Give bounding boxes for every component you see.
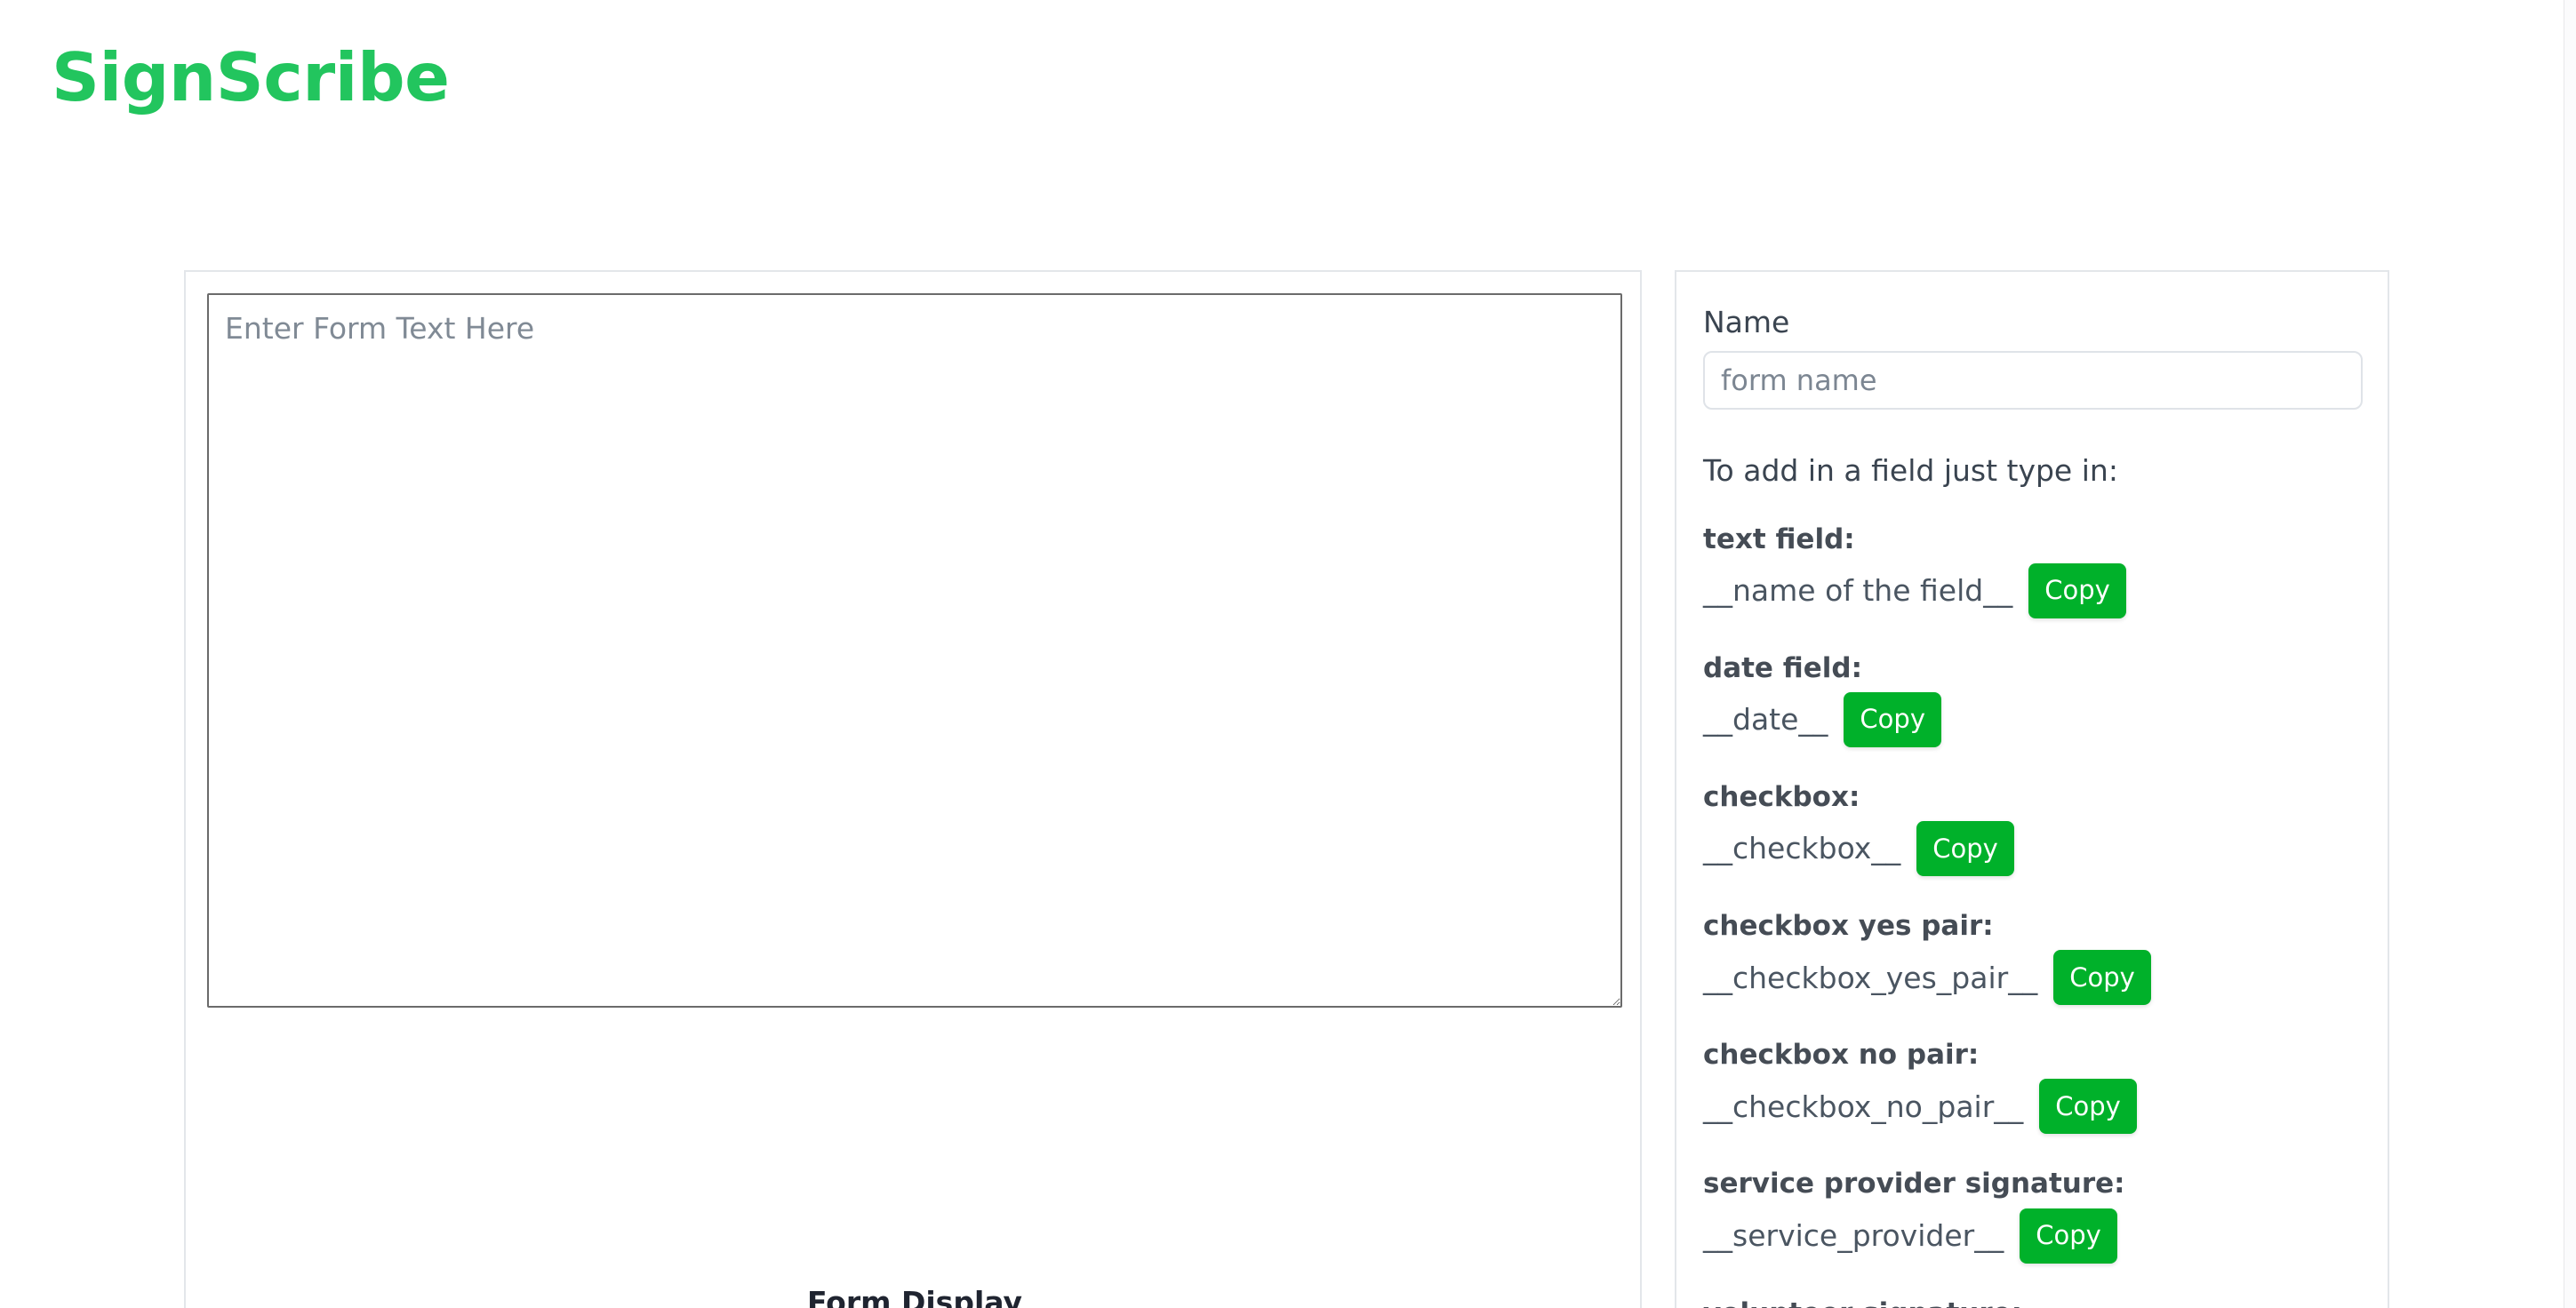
field-hint-text: To add in a field just type in: [1703, 453, 2118, 489]
field-token-text: __checkbox_no_pair__ [1703, 1089, 2024, 1124]
field-token-text: __checkbox__ [1703, 831, 1901, 866]
field-group-checkbox-no-pair: checkbox no pair: __checkbox_no_pair__ C… [1703, 1039, 2361, 1135]
field-label: volunteer signature: [1703, 1297, 2361, 1308]
field-label: checkbox: [1703, 780, 1860, 813]
copy-button-checkbox-no-pair[interactable]: Copy [2039, 1079, 2137, 1135]
field-token-row: __service_provider__ Copy [1703, 1208, 2361, 1264]
field-label: date field: [1703, 651, 1862, 684]
field-token-row: __checkbox__ Copy [1703, 821, 2361, 877]
field-token-text: __date__ [1703, 702, 1828, 738]
copy-button-text-field[interactable]: Copy [2028, 562, 2126, 618]
form-text-input[interactable] [207, 293, 1622, 1008]
field-token-row: __date__ Copy [1703, 691, 2361, 747]
field-label: checkbox no pair: [1703, 1039, 1980, 1072]
form-settings-content: Name To add in a field just type in: tex… [1676, 272, 2388, 1308]
form-display-heading: Form Display [806, 1285, 1023, 1308]
form-editor-card: Form Display [184, 270, 1642, 1308]
field-token-text: __service_provider__ [1703, 1218, 2004, 1253]
field-group-checkbox: checkbox: __checkbox__ Copy [1703, 780, 2361, 877]
field-token-text: __checkbox_yes_pair__ [1703, 960, 2038, 995]
field-label: service provider signature: [1703, 1168, 2125, 1200]
field-group-date-field: date field: __date__ Copy [1703, 652, 2361, 747]
main-layout: Form Display Name To add in a field just… [0, 0, 2576, 1308]
form-settings-card: Name To add in a field just type in: tex… [1675, 270, 2389, 1308]
field-token-row: __checkbox_no_pair__ Copy [1703, 1079, 2361, 1135]
copy-button-checkbox[interactable]: Copy [1916, 821, 2014, 877]
copy-button-date-field[interactable]: Copy [1844, 691, 1941, 747]
page-scrollbar[interactable] [2564, 0, 2576, 1308]
field-token-text: __name of the field__ [1703, 573, 2013, 609]
form-name-label: Name [1703, 305, 1790, 339]
field-label: checkbox yes pair: [1703, 910, 1994, 943]
field-group-text-field: text field: __name of the field__ Copy [1703, 523, 2361, 618]
field-token-row: __name of the field__ Copy [1703, 562, 2361, 618]
field-group-volunteer-signature: volunteer signature: [1703, 1297, 2361, 1308]
copy-button-service-provider[interactable]: Copy [2020, 1208, 2117, 1264]
field-token-row: __checkbox_yes_pair__ Copy [1703, 950, 2361, 1006]
app-root: SignScribe Form Display Name To add in a… [0, 0, 2576, 1308]
field-label: text field: [1703, 522, 1855, 555]
copy-button-checkbox-yes-pair[interactable]: Copy [2053, 950, 2151, 1006]
form-name-input[interactable] [1703, 351, 2363, 411]
field-group-checkbox-yes-pair: checkbox yes pair: __checkbox_yes_pair__… [1703, 910, 2361, 1006]
field-group-service-provider-signature: service provider signature: __service_pr… [1703, 1168, 2361, 1264]
